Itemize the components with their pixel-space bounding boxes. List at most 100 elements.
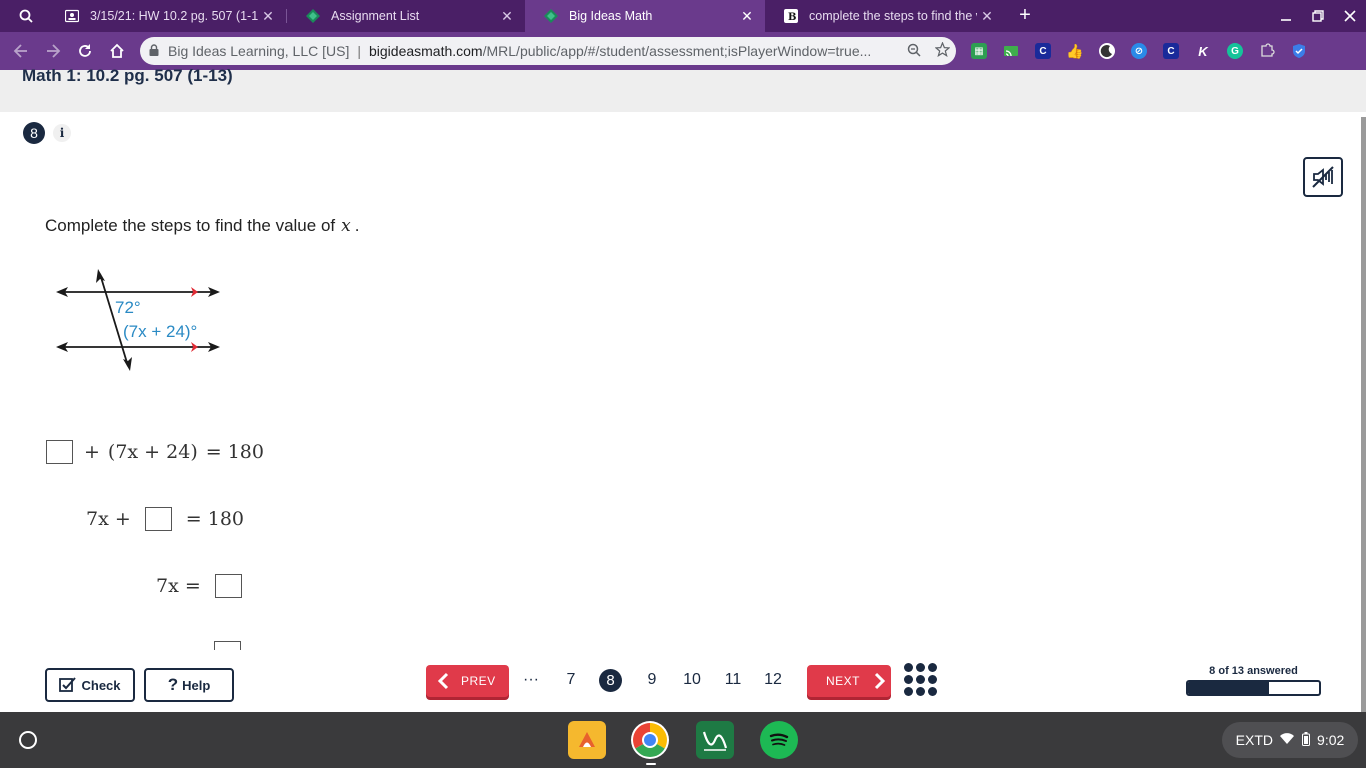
launcher-button[interactable] [19,731,37,749]
question-grid-button[interactable] [904,663,938,697]
grid-dot [904,663,913,672]
status-tray[interactable]: EXTD 9:02 [1222,722,1358,758]
info-icon[interactable]: i [53,124,71,142]
checkbox-icon [59,677,77,692]
brainly-icon: B [783,8,799,24]
grid-dot [928,675,937,684]
tab-big-ideas-math[interactable]: Big Ideas Math ✕ [525,0,765,32]
page-9[interactable]: 9 [639,668,665,692]
zoom-icon[interactable] [900,43,928,60]
moon-icon[interactable] [1099,43,1115,59]
next-button[interactable]: NEXT [807,665,891,697]
equals-180: = 180 [185,508,244,530]
scrollbar[interactable] [1361,117,1366,712]
classroom-icon [64,8,80,24]
close-icon[interactable]: ✕ [737,8,757,25]
site-identity: Big Ideas Learning, LLC [US] [168,43,350,59]
grid-dot [928,663,937,672]
close-icon[interactable]: ✕ [977,8,997,25]
big-ideas-icon [543,8,559,24]
thumbs-up-icon[interactable]: 👍 [1066,43,1083,59]
page-12[interactable]: 12 [760,668,786,692]
page-ellipsis[interactable]: ··· [518,668,544,692]
step-2-left: 7x + [86,508,131,530]
pdf-editor-icon[interactable] [568,721,606,759]
tab-strip: 3/15/21: HW 10.2 pg. 507 (1-13 ✕ Assignm… [0,0,1366,32]
forward-button[interactable] [41,39,65,63]
prev-button[interactable]: PREV [426,665,509,697]
reload-button[interactable] [73,39,97,63]
arrow-left-icon [13,44,27,58]
restore-button[interactable] [1302,0,1334,32]
tab-brainly[interactable]: B complete the steps to find the va ✕ [765,0,1005,32]
c-extension-icon[interactable]: C [1163,43,1179,59]
shield-icon[interactable] [1291,43,1307,59]
transversal-arrow-bottom [123,357,132,371]
grid-dot [916,663,925,672]
assignment-header: Math 1: 10.2 pg. 507 (1-13) [0,66,1366,112]
address-bar[interactable]: Big Ideas Learning, LLC [US] | bigideasm… [140,37,956,65]
transversal-arrow-top [96,269,105,283]
progress-label: 8 of 13 answered [1209,665,1298,677]
grid-dot [928,687,937,696]
c-extension-icon[interactable]: C [1035,43,1051,59]
divider: | [357,43,361,59]
grammarly-icon[interactable]: G [1227,43,1243,59]
plus-sign: + [84,441,100,463]
wifi-icon [1280,732,1295,748]
home-button[interactable] [105,39,129,63]
back-button[interactable] [9,39,33,63]
close-window-button[interactable] [1334,0,1366,32]
tab-assignment-list[interactable]: Assignment List ✕ [287,0,525,32]
step-1-equation: + (7x + 24) = 180 [46,440,264,464]
help-button[interactable]: ? Help [144,668,234,702]
cast-icon[interactable] [1003,43,1019,59]
parallel-lines-figure: 72° (7x + 24)° [56,269,220,371]
browser-toolbar: Big Ideas Learning, LLC [US] | bigideasm… [0,32,1366,70]
spotify-icon[interactable] [760,721,798,759]
chevron-right-icon [874,672,886,690]
home-icon [110,43,124,58]
svg-text:B: B [788,12,796,23]
minimize-button[interactable] [1270,0,1302,32]
question-mark-icon: ? [167,675,179,694]
new-tab-button[interactable]: + [1014,4,1036,26]
clock: 9:02 [1317,732,1345,748]
desmos-icon[interactable] [696,721,734,759]
step-3-left: 7x = [156,575,201,597]
tab-search[interactable] [0,0,44,32]
os-shelf [0,712,1366,768]
chrome-icon[interactable] [631,721,669,759]
sheets-icon[interactable]: ▦ [971,43,987,59]
tab-homework[interactable]: 3/15/21: HW 10.2 pg. 507 (1-13 ✕ [46,0,286,32]
grid-dot [904,687,913,696]
step-2-answer-input[interactable] [144,507,172,531]
compass-icon[interactable]: ⊘ [1131,43,1147,59]
page-8-current[interactable]: 8 [599,669,622,692]
k-extension-icon[interactable]: K [1195,43,1211,59]
prompt-text: Complete the steps to find the value of [45,216,336,235]
close-icon[interactable]: ✕ [258,8,278,25]
puzzle-icon[interactable] [1259,43,1275,59]
speaker-muted-icon [1312,166,1334,188]
check-button[interactable]: Check [45,668,135,702]
page-11[interactable]: 11 [720,668,746,692]
step-1-answer-input[interactable] [46,440,73,464]
close-icon[interactable]: ✕ [497,8,517,25]
page-10[interactable]: 10 [679,668,705,692]
step-3-equation: 7x = [156,574,242,598]
step-3-answer-input[interactable] [214,574,242,598]
audio-muted-button[interactable] [1303,157,1343,197]
prompt-period: . [354,216,360,235]
tab-title: complete the steps to find the va [809,9,977,23]
tab-title: 3/15/21: HW 10.2 pg. 507 (1-13 [90,9,258,23]
display-mode-label: EXTD [1235,732,1274,748]
transversal-line [99,273,129,367]
angle-label-2: (7x + 24)° [123,322,197,341]
url-host: bigideasmath.com [368,43,483,59]
equals-180: = 180 [205,441,264,463]
star-icon[interactable] [928,41,956,60]
page-7[interactable]: 7 [558,668,584,692]
chevron-left-icon [437,672,449,690]
prompt-variable: x [341,216,351,236]
